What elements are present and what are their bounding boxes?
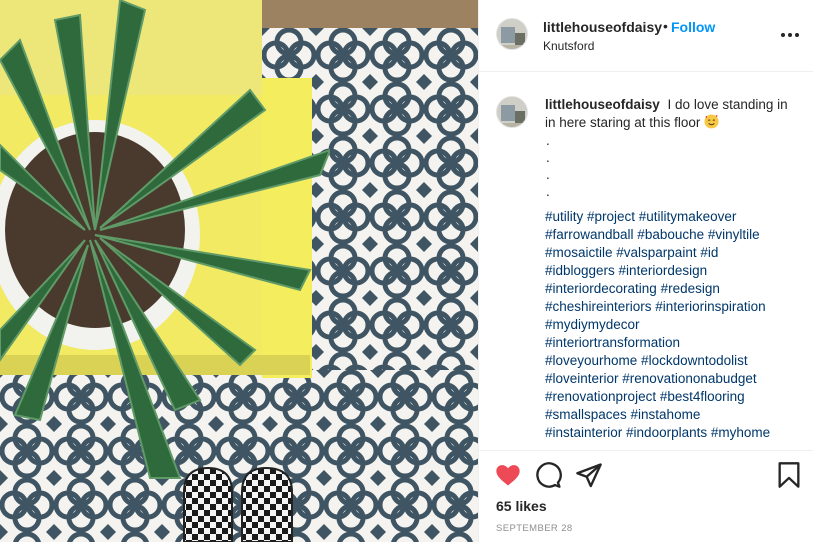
post-date[interactable]: SEPTEMBER 28 <box>496 523 573 534</box>
follow-button[interactable]: Follow <box>671 19 715 35</box>
aloe-plant <box>0 0 330 479</box>
caption-dot: . <box>546 133 550 148</box>
bookmark-icon[interactable] <box>775 461 803 489</box>
avatar-image <box>497 97 527 127</box>
hashtag-line[interactable]: #renovationproject #best4flooring <box>545 388 795 406</box>
hashtag-line[interactable]: #interiordecorating #redesign <box>545 280 795 298</box>
hashtag-line[interactable]: #mydiymydecor <box>545 316 795 334</box>
avatar[interactable] <box>496 18 528 50</box>
caption-avatar[interactable] <box>496 96 528 128</box>
comments-section[interactable]: littlehouseofdaisy I do love standing in… <box>479 72 813 450</box>
caption-dot: . <box>546 184 550 199</box>
separator-dot: • <box>663 18 668 34</box>
smiling-face-with-hearts-icon <box>704 114 719 129</box>
caption-dot: . <box>546 150 550 165</box>
comment-icon[interactable] <box>534 461 562 489</box>
hashtag-line[interactable]: #instainterior #indoorplants #myhome <box>545 424 795 442</box>
hashtag-line[interactable]: #loveinterior #renovationonabudget <box>545 370 795 388</box>
hashtag-line[interactable]: #utility #project #utilitymakeover <box>545 208 795 226</box>
post-sidebar: littlehouseofdaisy • Follow Knutsford li… <box>478 0 813 542</box>
checkered-shoes <box>183 466 293 542</box>
caption-dots: . . . . <box>545 132 795 200</box>
location-link[interactable]: Knutsford <box>543 39 594 53</box>
hashtag-line[interactable]: #interiortransformation <box>545 334 795 352</box>
hashtag-line[interactable]: #cheshireinteriors #interiorinspiration <box>545 298 795 316</box>
share-icon[interactable] <box>575 461 603 489</box>
post-photo[interactable] <box>0 0 478 542</box>
likes-count[interactable]: 65 likes <box>496 498 547 514</box>
username-link[interactable]: littlehouseofdaisy <box>543 19 662 35</box>
hashtag-line[interactable]: #loveyourhome #lockdowntodolist <box>545 352 795 370</box>
heart-filled-icon[interactable] <box>494 461 522 489</box>
hashtag-line[interactable]: #mosaictile #valsparpaint #id <box>545 244 795 262</box>
more-options-icon[interactable] <box>779 24 801 46</box>
post-caption: littlehouseofdaisy I do love standing in… <box>545 96 795 442</box>
caption-dot: . <box>546 167 550 182</box>
hashtag-line[interactable]: #smallspaces #instahome <box>545 406 795 424</box>
avatar-image <box>497 19 527 49</box>
hashtag-line[interactable]: #farrowandball #babouche #vinyltile <box>545 226 795 244</box>
post-actions: 65 likes SEPTEMBER 28 <box>479 450 813 542</box>
hashtag-line[interactable]: #idbloggers #interiordesign <box>545 262 795 280</box>
caption-username[interactable]: littlehouseofdaisy <box>545 97 660 112</box>
hashtag-list: #utility #project #utilitymakeover #farr… <box>545 208 795 442</box>
post-header: littlehouseofdaisy • Follow Knutsford <box>479 0 813 72</box>
